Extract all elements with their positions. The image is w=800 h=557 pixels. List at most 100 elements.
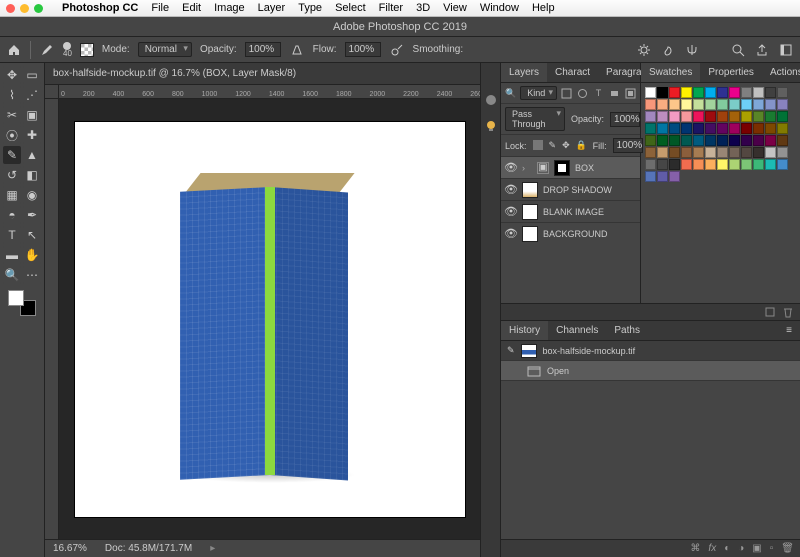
swatch[interactable] — [681, 87, 692, 98]
lock-transparency-icon[interactable] — [533, 140, 543, 151]
swatch[interactable] — [741, 135, 752, 146]
history-snapshot[interactable]: ✎ box-halfside-mockup.tif — [501, 341, 800, 361]
swatch[interactable] — [645, 123, 656, 134]
swatch[interactable] — [705, 87, 716, 98]
swatch[interactable] — [669, 99, 680, 110]
pressure-opacity-icon[interactable] — [289, 42, 305, 58]
swatch[interactable] — [669, 135, 680, 146]
brush-size-preview[interactable]: 40 — [63, 42, 72, 58]
swatch[interactable] — [693, 159, 704, 170]
swatch[interactable] — [693, 147, 704, 158]
swatch[interactable] — [681, 147, 692, 158]
filter-image-icon[interactable] — [561, 88, 572, 99]
swatch[interactable] — [669, 87, 680, 98]
swatch[interactable] — [765, 87, 776, 98]
adjustment-icon[interactable]: ◑ — [738, 543, 744, 554]
swatch[interactable] — [705, 147, 716, 158]
swatch[interactable] — [765, 123, 776, 134]
document-tab[interactable]: box-halfside-mockup.tif @ 16.7% (BOX, La… — [45, 63, 480, 85]
swatch[interactable] — [669, 111, 680, 122]
layer-thumb[interactable] — [522, 204, 538, 220]
canvas[interactable] — [59, 99, 480, 539]
menu-image[interactable]: Image — [214, 2, 245, 14]
swatch[interactable] — [705, 111, 716, 122]
swatch[interactable] — [681, 123, 692, 134]
shape-tool[interactable]: ▬ — [3, 246, 21, 264]
swatch[interactable] — [657, 123, 668, 134]
swatch[interactable] — [777, 99, 788, 110]
swatch[interactable] — [741, 123, 752, 134]
swatch[interactable] — [669, 171, 680, 182]
swatch[interactable] — [741, 159, 752, 170]
swatch[interactable] — [729, 111, 740, 122]
visibility-toggle[interactable]: 👁 — [505, 206, 517, 218]
swatch[interactable] — [717, 159, 728, 170]
layer-background[interactable]: 👁 BACKGROUND — [501, 222, 640, 244]
menu-edit[interactable]: Edit — [182, 2, 201, 14]
ruler-vertical[interactable] — [45, 99, 59, 539]
menu-select[interactable]: Select — [335, 2, 366, 14]
trash-icon[interactable] — [782, 306, 794, 318]
swatch[interactable] — [777, 135, 788, 146]
swatch[interactable] — [753, 87, 764, 98]
path-select-tool[interactable]: ↖ — [23, 226, 41, 244]
swatch[interactable] — [705, 123, 716, 134]
filter-adjustment-icon[interactable] — [577, 88, 588, 99]
menu-view[interactable]: View — [443, 2, 467, 14]
swatch[interactable] — [777, 159, 788, 170]
swatch[interactable] — [729, 99, 740, 110]
swatch[interactable] — [717, 87, 728, 98]
color-swatch[interactable] — [8, 290, 36, 316]
flow-input[interactable]: 100% — [345, 42, 381, 57]
home-icon[interactable] — [6, 42, 22, 58]
share-icon[interactable] — [754, 42, 770, 58]
swatch[interactable] — [729, 87, 740, 98]
swatch[interactable] — [729, 135, 740, 146]
layer-blank[interactable]: 👁 BLANK IMAGE — [501, 200, 640, 222]
swatch[interactable] — [765, 159, 776, 170]
lock-all-icon[interactable]: 🔒 — [576, 140, 587, 151]
swatch[interactable] — [669, 147, 680, 158]
swatch[interactable] — [717, 123, 728, 134]
swatch[interactable] — [741, 87, 752, 98]
layer-name[interactable]: BACKGROUND — [543, 229, 608, 239]
mask-icon[interactable]: ◐ — [724, 543, 730, 554]
color-panel-icon[interactable] — [484, 93, 498, 107]
swatch[interactable] — [777, 111, 788, 122]
swatch[interactable] — [753, 111, 764, 122]
menu-window[interactable]: Window — [480, 2, 519, 14]
swatch[interactable] — [705, 135, 716, 146]
swatch[interactable] — [645, 111, 656, 122]
workspace-icon[interactable] — [778, 42, 794, 58]
swatch[interactable] — [777, 123, 788, 134]
healing-tool[interactable]: ✚ — [23, 126, 41, 144]
layer-dropshadow[interactable]: 👁 DROP SHADOW — [501, 178, 640, 200]
layer-thumb[interactable] — [522, 226, 538, 242]
swatch[interactable] — [645, 87, 656, 98]
swatch[interactable] — [645, 147, 656, 158]
layer-filter-dropdown[interactable]: Kind — [520, 86, 557, 100]
swatch[interactable] — [645, 99, 656, 110]
swatch[interactable] — [765, 111, 776, 122]
lock-position-icon[interactable]: ✥ — [562, 140, 570, 151]
filter-smart-icon[interactable] — [625, 88, 636, 99]
swatch[interactable] — [681, 99, 692, 110]
fill-input[interactable]: 100% — [613, 138, 643, 153]
visibility-toggle[interactable]: 👁 — [505, 184, 517, 196]
menu-type[interactable]: Type — [298, 2, 322, 14]
swatch[interactable] — [777, 87, 788, 98]
crop-tool[interactable]: ✂ — [3, 106, 21, 124]
swatch[interactable] — [657, 87, 668, 98]
bulb-panel-icon[interactable] — [484, 119, 498, 133]
tab-swatches[interactable]: Swatches — [641, 63, 700, 82]
layer-blend-dropdown[interactable]: Pass Through — [505, 107, 565, 131]
tab-channels[interactable]: Channels — [548, 321, 606, 340]
swatch[interactable] — [645, 159, 656, 170]
blend-mode-dropdown[interactable]: Normal — [138, 42, 192, 57]
tab-paths[interactable]: Paths — [606, 321, 648, 340]
swatch[interactable] — [729, 123, 740, 134]
foreground-color[interactable] — [8, 290, 24, 306]
swatch[interactable] — [753, 147, 764, 158]
lock-pixels-icon[interactable]: ✎ — [549, 140, 557, 151]
layer-mask-thumb[interactable] — [554, 160, 570, 176]
